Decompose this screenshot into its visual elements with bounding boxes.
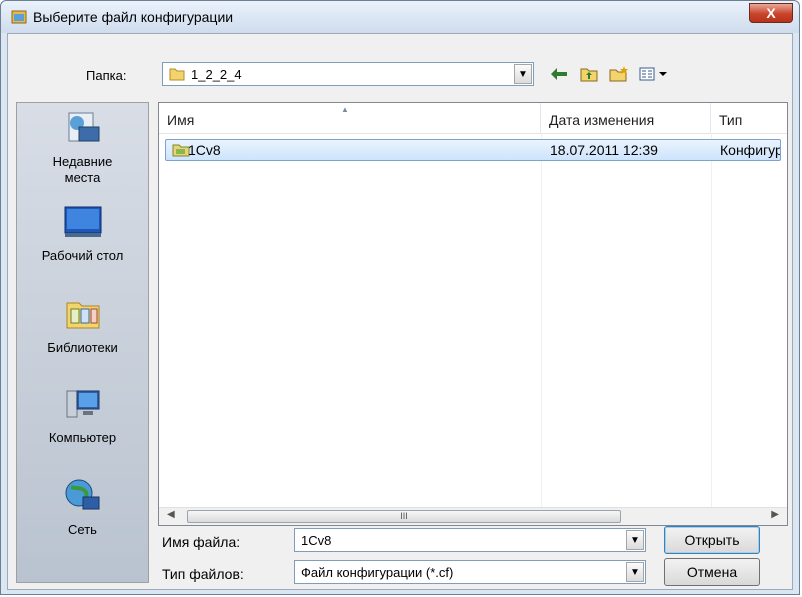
file-type: Конфигур bbox=[720, 142, 780, 158]
place-recent-label: Недавние места bbox=[52, 154, 113, 185]
sort-ascending-icon: ▲ bbox=[341, 105, 349, 114]
place-network[interactable]: Сеть bbox=[17, 477, 148, 537]
folder-combobox[interactable]: 1_2_2_4 ▼ bbox=[162, 62, 534, 86]
libraries-icon bbox=[66, 302, 99, 329]
column-divider bbox=[541, 133, 542, 507]
column-header: Имя ▲ Дата изменения Тип bbox=[159, 103, 787, 134]
dialog-client: Папка: 1_2_2_4 ▼ Недавние места Рабочий … bbox=[7, 33, 793, 590]
scroll-right-icon[interactable]: ▶ bbox=[771, 509, 779, 520]
up-folder-icon[interactable] bbox=[578, 64, 600, 84]
column-divider bbox=[711, 133, 712, 507]
place-recent[interactable]: Недавние места bbox=[17, 109, 148, 186]
file-date: 18.07.2011 12:39 bbox=[550, 142, 658, 158]
column-date[interactable]: Дата изменения bbox=[541, 103, 711, 133]
file-list[interactable]: Имя ▲ Дата изменения Тип 1Cv8 18.07.2011… bbox=[158, 102, 788, 526]
column-name[interactable]: Имя bbox=[159, 103, 541, 133]
folder-dropdown-button[interactable]: ▼ bbox=[514, 64, 532, 84]
horizontal-scrollbar[interactable]: ◀ III ▶ bbox=[159, 507, 787, 525]
cancel-button[interactable]: Отмена bbox=[664, 558, 760, 586]
filename-value: 1Cv8 bbox=[301, 533, 332, 548]
place-desktop[interactable]: Рабочий стол bbox=[17, 203, 148, 263]
place-computer-label: Компьютер bbox=[48, 430, 117, 445]
recent-places-icon bbox=[68, 112, 99, 142]
file-name: 1Cv8 bbox=[188, 142, 221, 158]
close-button[interactable]: X bbox=[749, 3, 793, 23]
desktop-icon bbox=[64, 206, 101, 237]
filetype-value: Файл конфигурации (*.cf) bbox=[301, 565, 454, 580]
folder-icon bbox=[169, 68, 185, 81]
folder-value: 1_2_2_4 bbox=[191, 67, 242, 82]
places-bar: Недавние места Рабочий стол Библиотеки К… bbox=[16, 102, 149, 583]
filetype-label: Тип файлов: bbox=[162, 566, 244, 582]
filetype-select[interactable]: Файл конфигурации (*.cf) ▼ bbox=[294, 560, 646, 584]
place-libraries[interactable]: Библиотеки bbox=[17, 295, 148, 355]
back-icon[interactable] bbox=[548, 64, 570, 84]
file-row[interactable]: 1Cv8 18.07.2011 12:39 Конфигур bbox=[165, 139, 781, 161]
computer-icon bbox=[66, 390, 99, 418]
filename-input[interactable]: 1Cv8 ▼ bbox=[294, 528, 646, 552]
filename-label: Имя файла: bbox=[162, 534, 241, 550]
place-libraries-label: Библиотеки bbox=[47, 340, 118, 355]
place-computer[interactable]: Компьютер bbox=[17, 385, 148, 445]
new-folder-icon[interactable] bbox=[608, 64, 630, 84]
app-icon bbox=[11, 10, 27, 24]
open-button[interactable]: Открыть bbox=[664, 526, 760, 554]
place-desktop-label: Рабочий стол bbox=[41, 248, 124, 263]
network-icon bbox=[65, 479, 99, 510]
file-dialog-window: Выберите файл конфигурации X Папка: 1_2_… bbox=[0, 0, 800, 595]
nav-toolbar bbox=[548, 64, 670, 84]
title-bar[interactable]: Выберите файл конфигурации X bbox=[1, 1, 799, 33]
place-network-label: Сеть bbox=[68, 522, 97, 537]
column-type[interactable]: Тип bbox=[711, 103, 787, 133]
filetype-dropdown-button[interactable]: ▼ bbox=[626, 562, 644, 582]
folder-label: Папка: bbox=[86, 68, 127, 83]
window-title: Выберите файл конфигурации bbox=[33, 9, 234, 25]
view-menu-icon[interactable] bbox=[638, 64, 670, 84]
scroll-left-icon[interactable]: ◀ bbox=[167, 509, 175, 520]
scrollbar-thumb[interactable]: III bbox=[187, 510, 621, 523]
filename-dropdown-button[interactable]: ▼ bbox=[626, 530, 644, 550]
